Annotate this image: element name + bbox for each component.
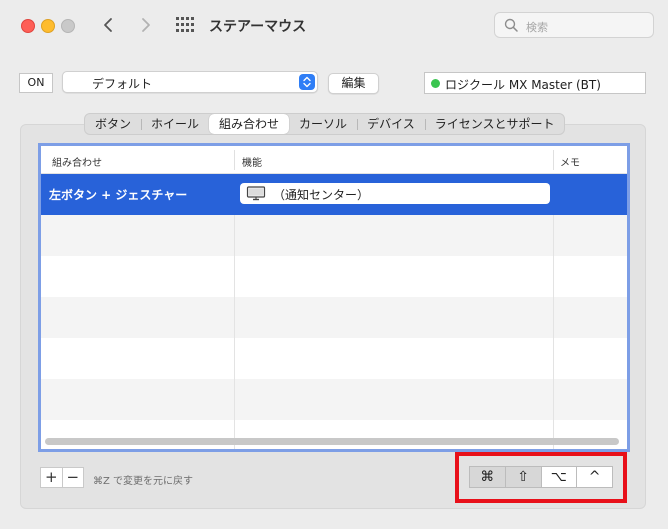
horizontal-scrollbar[interactable] (45, 438, 619, 445)
tab-cursor[interactable]: カーソル (289, 114, 357, 134)
remove-button[interactable]: − (61, 468, 84, 487)
table-row[interactable]: 左ボタン + ジェスチャー （通知センター） (41, 174, 627, 215)
table-body: 左ボタン + ジェスチャー （通知センター） (41, 174, 627, 449)
function-label: （通知センター） (273, 188, 370, 202)
grid-icon (176, 17, 194, 32)
tab-combinations[interactable]: 組み合わせ (209, 114, 290, 134)
tab-device[interactable]: デバイス (357, 114, 425, 134)
preset-popup[interactable]: デフォルト (62, 71, 318, 93)
table-row (41, 379, 627, 420)
forward-button[interactable] (134, 13, 156, 37)
tab-license-support[interactable]: ライセンスとサポート (424, 114, 565, 134)
device-selector[interactable]: ロジクール MX Master (BT) (424, 72, 646, 94)
back-button[interactable] (98, 13, 120, 37)
table-row (41, 420, 627, 449)
shift-modifier-button[interactable]: ⇧ (504, 467, 541, 487)
search-field[interactable]: 検索 (494, 12, 654, 38)
search-icon (504, 18, 518, 32)
preset-label: デフォルト (92, 77, 153, 91)
chevron-right-icon (142, 18, 150, 32)
device-name: ロジクール MX Master (BT) (445, 78, 601, 92)
table-row (41, 215, 627, 256)
tab-buttons[interactable]: ボタン (85, 114, 141, 134)
column-header-function[interactable]: 機能 (242, 154, 262, 169)
device-status-icon (431, 79, 440, 88)
column-header-memo[interactable]: メモ (560, 154, 580, 169)
add-remove-control: + − (40, 467, 84, 488)
command-modifier-button[interactable]: ⌘ (470, 467, 505, 487)
zoom-window-button[interactable] (61, 19, 75, 33)
combinations-table[interactable]: 組み合わせ 機能 メモ 左ボタン + ジェスチャー （通知センター） (38, 143, 630, 452)
search-placeholder: 検索 (526, 21, 548, 34)
add-button[interactable]: + (41, 468, 62, 487)
close-window-button[interactable] (21, 19, 35, 33)
column-header-combination[interactable]: 組み合わせ (52, 154, 102, 169)
table-row (41, 256, 627, 297)
table-row (41, 338, 627, 379)
tab-wheel[interactable]: ホイール (141, 114, 209, 134)
table-header: 組み合わせ 機能 メモ (41, 146, 627, 174)
window-title: ステアーマウス (209, 19, 307, 35)
modifier-keys-segmented-control: ⌘ ⇧ ⌥ ^ (469, 466, 613, 488)
combination-cell: 左ボタン + ジェスチャー (49, 188, 188, 202)
show-all-grid-button[interactable] (175, 16, 195, 34)
edit-button[interactable]: 編集 (328, 73, 379, 94)
monitor-icon (246, 186, 266, 201)
tab-bar: ボタン ホイール 組み合わせ カーソル デバイス ライセンスとサポート (84, 113, 566, 135)
popup-arrows-icon (299, 74, 315, 90)
on-toggle-button[interactable]: ON (19, 73, 53, 93)
chevron-left-icon (104, 18, 112, 32)
table-row (41, 297, 627, 338)
option-modifier-button[interactable]: ⌥ (540, 467, 577, 487)
undo-hint: ⌘Z で変更を元に戻す (93, 476, 194, 487)
minimize-window-button[interactable] (41, 19, 55, 33)
function-field[interactable]: （通知センター） (240, 183, 550, 204)
control-modifier-button[interactable]: ^ (576, 467, 612, 487)
